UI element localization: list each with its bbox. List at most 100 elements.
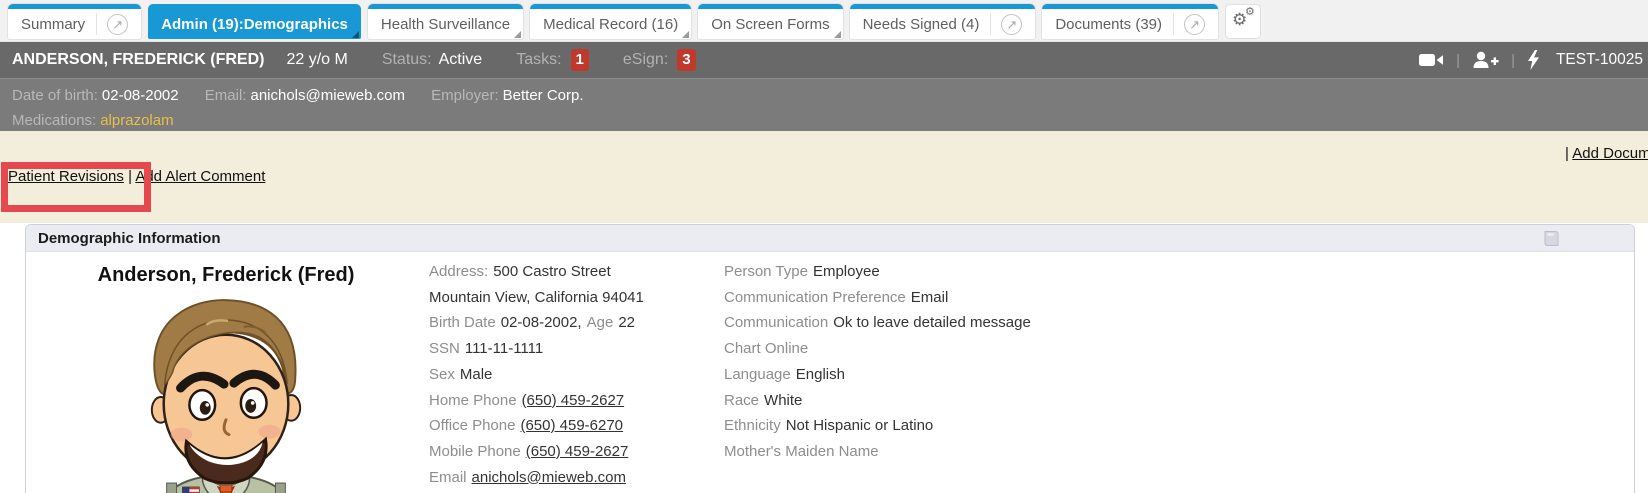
tab-label: Health Surveillance [381, 16, 510, 33]
info-line-1: Date of birth:02-08-2002 Email:anichols@… [12, 83, 1636, 108]
field-value: English [796, 366, 845, 383]
contact-link[interactable]: (650) 459-2627 [522, 392, 625, 409]
webchart-app: Summary ↗ Admin (19):Demographics Health… [0, 0, 1648, 493]
tab-summary[interactable]: Summary ↗ [8, 4, 141, 39]
field-row: Birth Date02-08-2002,Age22 [429, 310, 644, 336]
dropdown-fold-icon [682, 31, 689, 38]
status-label: Status: [382, 51, 432, 69]
chart-id: TEST-10025 [1556, 51, 1643, 69]
panel-body: Anderson, Frederick (Fred) [26, 252, 1634, 493]
patient-links-row: Patient Revisions | Add Alert Comment [8, 168, 265, 185]
medications-label: Medications: [12, 112, 96, 129]
field-label: Birth Date [429, 314, 496, 331]
tab-health-surveillance[interactable]: Health Surveillance [368, 4, 523, 39]
dob-label: Date of birth: [12, 87, 98, 104]
info-line-2: Medications:alprazolam [12, 108, 1636, 133]
dropdown-fold-icon [352, 31, 359, 38]
field-label: Communication Preference [724, 289, 906, 306]
popout-icon[interactable]: ↗ [107, 14, 128, 35]
field-row: Language English [724, 362, 1031, 388]
field-label: Address: [429, 263, 488, 280]
tasks-label: Tasks: [516, 51, 561, 69]
field-value: Employee [813, 263, 880, 280]
tab-admin-demographics[interactable]: Admin (19):Demographics [148, 4, 361, 39]
demographics-column-right: Person Type Employee Communication Prefere… [724, 259, 1031, 465]
field-row: SexMale [429, 362, 644, 388]
tab-divider [990, 13, 991, 35]
field-label: Age [587, 314, 614, 331]
patient-display-name: Anderson, Frederick (Fred) [26, 264, 426, 287]
patient-revisions-link[interactable]: Patient Revisions [8, 168, 124, 185]
field-label: Mobile Phone [429, 443, 521, 460]
demographics-column-left: Address:500 Castro StreetMountain View, … [429, 259, 644, 490]
flag-patch [182, 487, 199, 493]
esign-badge[interactable]: 3 [677, 49, 695, 71]
field-row: Address: 500 Castro Street [429, 259, 644, 285]
tasks-badge[interactable]: 1 [571, 49, 589, 71]
dropdown-fold-icon [834, 31, 841, 38]
employer-label: Employer: [431, 87, 499, 104]
field-label: Home Phone [429, 392, 517, 409]
patient-name: ANDERSON, FREDERICK (FRED) [12, 51, 264, 69]
field-label: Email [429, 469, 467, 486]
action-strip: | Add Document Patient Revisions | Add A… [0, 131, 1648, 223]
field-row: Office Phone (650) 459-6270 [429, 413, 644, 439]
add-person-icon[interactable] [1472, 51, 1499, 69]
field-row: Home Phone (650) 459-2627 [429, 388, 644, 414]
field-label: Person Type [724, 263, 808, 280]
journal-book-icon[interactable] [1541, 230, 1560, 247]
tab-documents[interactable]: Documents (39) ↗ [1042, 4, 1218, 39]
settings-button[interactable]: ⚙ ⚙ [1225, 4, 1261, 39]
link-separator: | [128, 168, 132, 185]
tab-divider [96, 13, 97, 35]
lightning-icon[interactable] [1527, 50, 1540, 70]
field-label: SSN [429, 340, 460, 357]
field-value: 111-11-1111 [465, 340, 543, 357]
employer-value: Better Corp. [503, 87, 584, 104]
field-value: 02-08-2002, [501, 314, 582, 331]
tab-needs-signed[interactable]: Needs Signed (4) ↗ [850, 4, 1036, 39]
field-row: SSN 111-11-1111 [429, 336, 644, 362]
popout-icon[interactable]: ↗ [1001, 14, 1022, 35]
panel-title: Demographic Information [38, 230, 221, 247]
field-value: 500 Castro Street [493, 263, 611, 280]
tab-label: Documents (39) [1055, 16, 1162, 33]
patient-bar-tools: | | TEST-10025 [1419, 50, 1643, 70]
field-label: Race [724, 392, 759, 409]
tab-label: On Screen Forms [711, 16, 829, 33]
field-value: Not Hispanic or Latino [786, 417, 934, 434]
popout-icon[interactable]: ↗ [1184, 14, 1205, 35]
patient-identity-column: Anderson, Frederick (Fred) [26, 264, 426, 493]
add-alert-comment-link[interactable]: Add Alert Comment [135, 168, 265, 185]
dob-value: 02-08-2002 [102, 87, 179, 104]
field-label: Office Phone [429, 417, 515, 434]
contact-link[interactable]: (650) 459-2627 [526, 443, 629, 460]
field-row: CommunicationOk to leave detailed messag… [724, 310, 1031, 336]
field-value: Ok to leave detailed message [833, 314, 1031, 331]
field-label: Language [724, 366, 791, 383]
tab-divider [1173, 13, 1174, 35]
field-row: Mobile Phone (650) 459-2627 [429, 439, 644, 465]
tab-on-screen-forms[interactable]: On Screen Forms [698, 4, 842, 39]
panel-header: Demographic Information [26, 225, 1634, 252]
field-row: Email anichols@mieweb.com [429, 465, 644, 491]
esign-label: eSign: [623, 51, 668, 69]
add-document-row: | Add Document [1565, 145, 1648, 162]
field-value: White [764, 392, 802, 409]
video-camera-icon[interactable] [1419, 52, 1444, 68]
field-value: Male [460, 366, 493, 383]
status-value: Active [439, 51, 483, 69]
field-label: Chart Online [724, 340, 808, 357]
contact-link[interactable]: (650) 459-6270 [520, 417, 623, 434]
tab-label: Admin (19):Demographics [161, 16, 348, 33]
tab-medical-record[interactable]: Medical Record (16) [530, 4, 691, 39]
field-label: Ethnicity [724, 417, 781, 434]
add-document-link[interactable]: Add Document [1572, 145, 1648, 162]
patient-header-bar: ANDERSON, FREDERICK (FRED) 22 y/o M Stat… [0, 42, 1648, 78]
field-value: Email [911, 289, 949, 306]
patient-info-bar: Date of birth:02-08-2002 Email:anichols@… [0, 78, 1648, 131]
field-row: Communication Preference Email [724, 285, 1031, 311]
gears-icon-small: ⚙ [1245, 7, 1255, 18]
contact-link[interactable]: anichols@mieweb.com [472, 469, 626, 486]
tab-label: Needs Signed (4) [863, 16, 980, 33]
